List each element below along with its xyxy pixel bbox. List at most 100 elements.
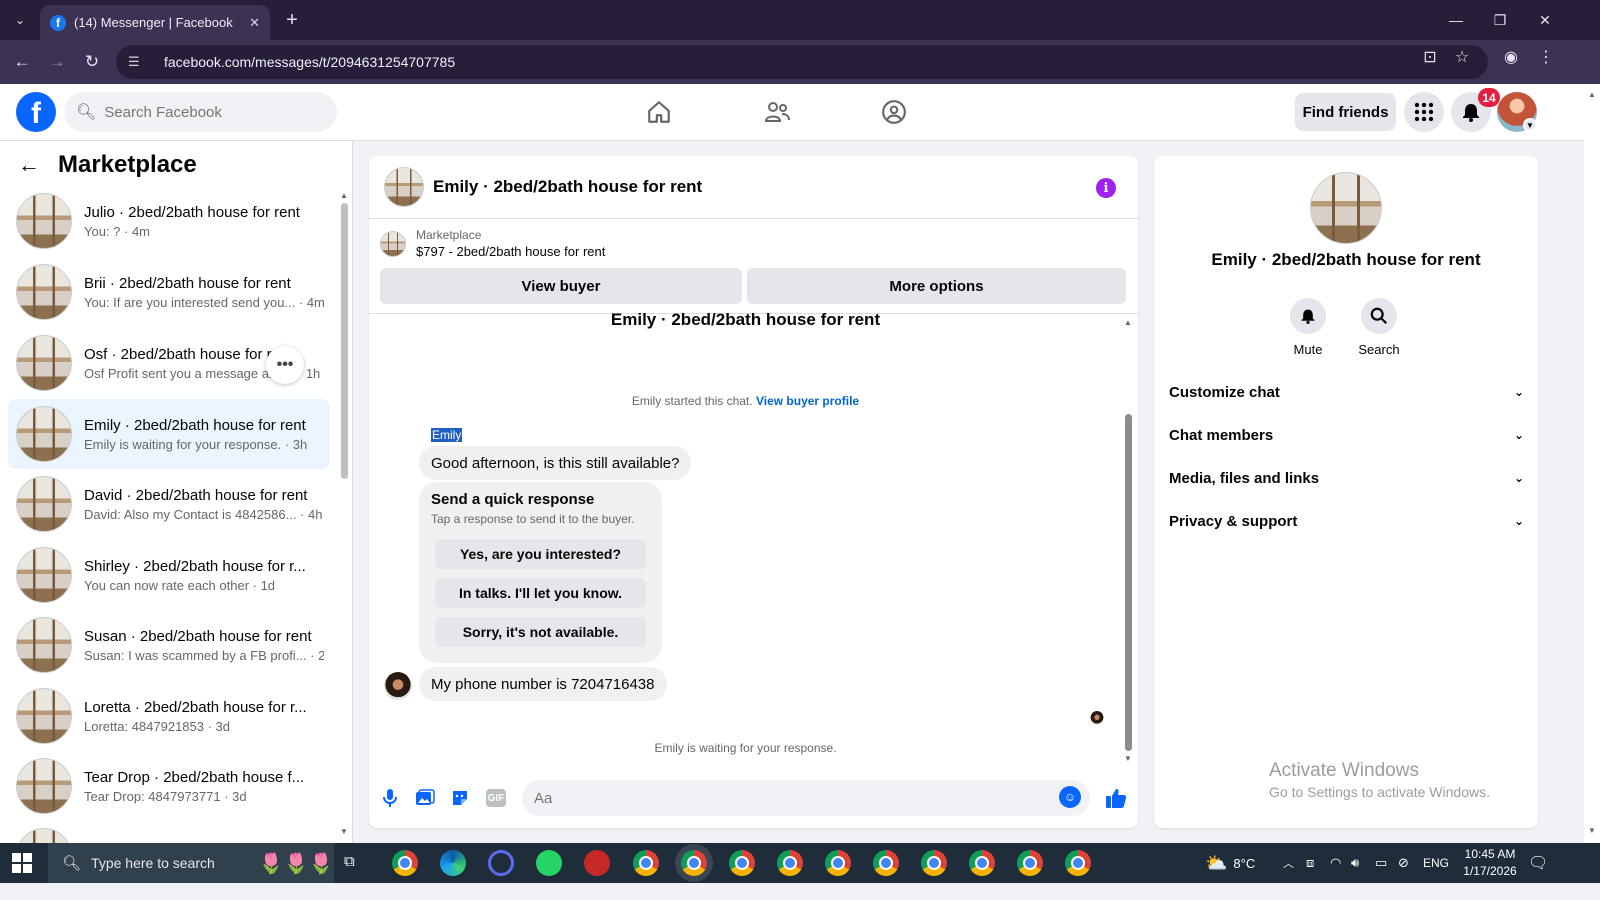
chrome-app-icon[interactable]	[921, 850, 947, 876]
facebook-search[interactable]: 🔍︎	[64, 92, 337, 132]
close-window-icon[interactable]: ✕	[1525, 6, 1565, 34]
scroll-up-arrow-icon[interactable]: ▲	[1588, 90, 1596, 99]
photo-attach-icon[interactable]	[411, 784, 439, 812]
listing-summary[interactable]: Marketplace $797 - 2bed/2bath house for …	[380, 228, 605, 259]
tab-list-chevron-icon[interactable]: ⌄	[8, 8, 32, 32]
address-bar[interactable]: ☰ facebook.com/messages/t/20946312547077…	[116, 45, 1488, 79]
browser-tab-messenger[interactable]: f (14) Messenger | Facebook ✕	[40, 5, 270, 40]
tray-overflow-icon[interactable]: ︿	[1283, 843, 1294, 883]
taskbar-search[interactable]: 🔍︎ Type here to search 🌷🌷🌷	[48, 843, 334, 883]
message-input[interactable]	[534, 789, 1034, 807]
meet-now-icon[interactable]: ⧈	[1306, 843, 1314, 883]
quick-response-option[interactable]: In talks. I'll let you know.	[435, 578, 646, 608]
conversation-item[interactable]: Julio · 2bed/2bath house for rent You: ? …	[8, 186, 330, 256]
menu-grid-icon[interactable]	[1404, 92, 1444, 132]
windows-start-icon[interactable]	[12, 853, 32, 873]
conversation-item-active[interactable]: Emily · 2bed/2bath house for rent Emily i…	[8, 399, 330, 469]
sticker-icon[interactable]	[446, 784, 474, 812]
chrome-app-icon[interactable]	[1065, 850, 1091, 876]
conversation-item[interactable]: Susan · 2bed/2bath house for rent Susan: …	[8, 610, 330, 680]
message-input-wrapper[interactable]: ☺	[522, 780, 1090, 816]
chat-scrollbar[interactable]	[1125, 414, 1132, 751]
conversation-more-options-icon[interactable]: •••	[266, 346, 304, 384]
restore-window-icon[interactable]: ❐	[1480, 6, 1520, 34]
conversation-item[interactable]: Shirley · 2bed/2bath house for r... You c…	[8, 540, 330, 610]
conversation-info-icon[interactable]: i	[1096, 178, 1116, 198]
conversation-item-partial[interactable]	[8, 821, 330, 843]
scroll-up-arrow-icon[interactable]: ▲	[340, 191, 348, 200]
vpn-app-icon[interactable]	[584, 850, 610, 876]
profile-icon[interactable]: ◉	[1500, 46, 1522, 68]
page-scrollbar[interactable]: ▲ ▼	[1584, 84, 1600, 843]
quick-response-option[interactable]: Sorry, it's not available.	[435, 617, 646, 647]
media-files-links-section[interactable]: Media, files and links ⌄	[1169, 458, 1524, 498]
search-action[interactable]: Search	[1349, 298, 1409, 357]
network-icon[interactable]: ⊘	[1398, 843, 1409, 883]
friends-nav-icon[interactable]	[757, 94, 797, 130]
quick-response-option[interactable]: Yes, are you interested?	[435, 539, 646, 569]
chrome-app-icon[interactable]	[633, 850, 659, 876]
customize-chat-section[interactable]: Customize chat ⌄	[1169, 372, 1524, 412]
facebook-logo-icon[interactable]: f	[16, 92, 56, 132]
chrome-app-icon[interactable]	[873, 850, 899, 876]
like-thumbs-up-icon[interactable]	[1102, 784, 1130, 812]
language-indicator[interactable]: ENG	[1423, 843, 1449, 883]
chat-avatar[interactable]	[384, 167, 424, 207]
weather-widget[interactable]: ⛅ 8°C	[1205, 843, 1255, 883]
notification-center-icon[interactable]: 🗨︎	[1528, 843, 1548, 883]
gif-icon[interactable]: GIF	[486, 789, 506, 807]
conversation-item[interactable]: Loretta · 2bed/2bath house for r... Loret…	[8, 681, 330, 751]
scroll-down-arrow-icon[interactable]: ▼	[340, 827, 348, 836]
groups-nav-icon[interactable]	[874, 94, 914, 130]
whatsapp-app-icon[interactable]	[536, 850, 562, 876]
chat-title[interactable]: Emily · 2bed/2bath house for rent	[433, 177, 702, 197]
install-app-icon[interactable]: ⊡	[1419, 46, 1441, 68]
scroll-down-arrow-icon[interactable]: ▼	[1124, 754, 1132, 763]
chrome-app-icon[interactable]	[681, 850, 707, 876]
browser-menu-icon[interactable]: ⋮	[1535, 46, 1557, 68]
view-buyer-button[interactable]: View buyer	[380, 268, 742, 304]
privacy-support-section[interactable]: Privacy & support ⌄	[1169, 501, 1524, 541]
reload-icon[interactable]: ↻	[80, 50, 104, 74]
back-arrow-icon[interactable]: ←	[10, 50, 34, 74]
chrome-app-icon[interactable]	[392, 850, 418, 876]
view-buyer-profile-link[interactable]: View buyer profile	[756, 394, 859, 408]
scroll-up-arrow-icon[interactable]: ▲	[1124, 318, 1132, 327]
conversation-item[interactable]: David · 2bed/2bath house for rent David: …	[8, 469, 330, 539]
edge-app-icon[interactable]	[440, 850, 466, 876]
chrome-app-icon[interactable]	[825, 850, 851, 876]
conversation-item[interactable]: Tear Drop · 2bed/2bath house f... Tear Dr…	[8, 751, 330, 821]
find-friends-button[interactable]: Find friends	[1295, 93, 1396, 131]
chrome-app-icon[interactable]	[729, 850, 755, 876]
home-nav-icon[interactable]	[639, 94, 679, 130]
back-arrow-icon[interactable]: ←	[18, 152, 40, 178]
close-tab-icon[interactable]: ✕	[249, 15, 260, 31]
chrome-app-icon[interactable]	[969, 850, 995, 876]
wifi-icon[interactable]: ◠	[1330, 843, 1341, 883]
forward-arrow-icon[interactable]: →	[45, 50, 69, 74]
task-view-icon[interactable]: ⧉	[344, 853, 355, 870]
chrome-app-icon[interactable]	[1017, 850, 1043, 876]
search-icon[interactable]	[1361, 298, 1397, 334]
facebook-search-input[interactable]	[104, 103, 305, 121]
chat-info-avatar[interactable]	[1310, 172, 1382, 244]
sender-avatar[interactable]	[384, 672, 412, 700]
bell-icon[interactable]	[1290, 298, 1326, 334]
scroll-down-arrow-icon[interactable]: ▼	[1588, 826, 1596, 835]
volume-icon[interactable]: 🔊︎	[1351, 843, 1359, 883]
bookmark-star-icon[interactable]: ☆	[1451, 46, 1473, 68]
chat-members-section[interactable]: Chat members ⌄	[1169, 415, 1524, 455]
conversation-item[interactable]: Brii · 2bed/2bath house for rent You: If …	[8, 257, 330, 327]
site-info-icon[interactable]: ☰	[128, 54, 150, 70]
more-options-button[interactable]: More options	[747, 268, 1126, 304]
mute-action[interactable]: Mute	[1278, 298, 1338, 357]
chrome-app-icon[interactable]	[777, 850, 803, 876]
sidebar-scrollbar[interactable]	[341, 203, 348, 479]
system-clock[interactable]: 10:45 AM 1/17/2026	[1455, 846, 1525, 880]
emoji-icon[interactable]: ☺	[1059, 786, 1081, 808]
microphone-icon[interactable]	[376, 784, 404, 812]
cortana-app-icon[interactable]	[488, 850, 514, 876]
account-chevron-down-icon[interactable]: ▼	[1523, 118, 1537, 132]
battery-icon[interactable]: ▭	[1375, 843, 1387, 883]
minimize-window-icon[interactable]: —	[1436, 6, 1476, 34]
